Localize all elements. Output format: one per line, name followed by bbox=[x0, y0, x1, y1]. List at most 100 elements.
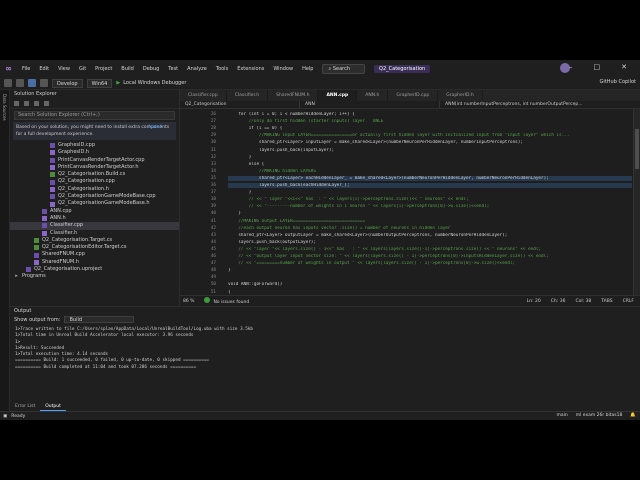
tab-grapherid-h[interactable]: GrapherID.h bbox=[438, 90, 483, 101]
solution-tree-item[interactable]: Classifier.cpp bbox=[10, 222, 179, 230]
menu-item-build[interactable]: Build bbox=[121, 66, 134, 72]
code-line[interactable]: layers.push_back(outputLayer); bbox=[228, 240, 632, 245]
solution-tree-item[interactable]: Q2_Categorisation.Target.cs bbox=[10, 237, 179, 244]
close-icon[interactable]: ✕ bbox=[621, 63, 627, 71]
collapse-icon[interactable] bbox=[44, 101, 49, 106]
menu-item-view[interactable]: View bbox=[58, 66, 70, 72]
scroll-thumb[interactable] bbox=[635, 129, 639, 169]
menu-item-git[interactable]: Git bbox=[79, 66, 86, 72]
menu-item-debug[interactable]: Debug bbox=[143, 66, 159, 72]
code-line[interactable]: else { bbox=[228, 162, 632, 167]
solution-tree-item[interactable]: Q2_CategorisationGameModeBase.cpp bbox=[10, 193, 179, 200]
minimize-icon[interactable]: – bbox=[569, 63, 573, 71]
code-line[interactable]: layers.push_back(eachHiddenLayer_); bbox=[228, 183, 632, 188]
output-tab-error-list[interactable]: Error List bbox=[10, 403, 40, 411]
code-line[interactable]: } bbox=[228, 211, 632, 216]
solution-tree-item[interactable]: Classifier.h bbox=[10, 230, 179, 237]
class-scope-dropdown[interactable]: ANN bbox=[300, 101, 440, 108]
code-line[interactable]: shared_ptr<Layer> eachHiddenLayer_ = mak… bbox=[228, 175, 632, 181]
solution-tree-item[interactable]: Q2_Categorisation.h bbox=[10, 186, 179, 193]
sync-icon[interactable] bbox=[24, 101, 29, 106]
install-link[interactable]: Install bbox=[148, 124, 162, 131]
repo-indicator[interactable]: ml exam 26r bitas18 bbox=[576, 413, 623, 418]
solution-tree-item[interactable]: GraphesID.cpp bbox=[10, 142, 179, 149]
issues-indicator[interactable]: No issues found bbox=[204, 297, 249, 305]
code-line[interactable]: // << "---------number of weights in 1 n… bbox=[228, 204, 632, 209]
refresh-icon[interactable] bbox=[34, 101, 39, 106]
tab-ann-h[interactable]: ANN.h bbox=[357, 90, 389, 101]
menu-item-window[interactable]: Window bbox=[273, 66, 293, 72]
menu-item-tools[interactable]: Tools bbox=[216, 66, 228, 72]
solution-tree-item[interactable]: ANN.h bbox=[10, 215, 179, 222]
copilot-button[interactable]: GitHub Copilot bbox=[600, 79, 636, 85]
solution-tree-item[interactable]: Q2_CategorisationGameModeBase.h bbox=[10, 200, 179, 207]
solution-tree-item[interactable]: SharedFNUM.cpp bbox=[10, 251, 179, 258]
code-line[interactable]: //each output neuron has inputs vector .… bbox=[228, 226, 632, 231]
solution-tree-item[interactable]: Q2_CategorisationEditor.Target.cs bbox=[10, 244, 179, 251]
config-dropdown[interactable]: Develop bbox=[52, 78, 83, 88]
solution-tree-item[interactable]: ANN.cpp bbox=[10, 208, 179, 215]
solution-tree-item[interactable]: Q2_Categorisation.Build.cs bbox=[10, 171, 179, 178]
code-line[interactable]: } bbox=[228, 268, 632, 273]
play-icon[interactable]: ▶ bbox=[116, 80, 120, 86]
solution-tree-item[interactable]: Q2_Categorisation.uproject bbox=[10, 266, 179, 273]
tab-classifier-cpp[interactable]: Classifier.cpp bbox=[180, 90, 227, 101]
tab-classifier-h[interactable]: Classifier.h bbox=[227, 90, 269, 101]
branch-indicator[interactable]: main bbox=[556, 413, 567, 418]
code-line[interactable]: } bbox=[228, 190, 632, 195]
code-line[interactable]: } bbox=[228, 155, 632, 160]
solution-tree-item[interactable]: Q2_Categorisation.cpp bbox=[10, 178, 179, 185]
menu-item-extensions[interactable]: Extensions bbox=[237, 66, 264, 72]
solution-tree-item[interactable]: GraphesID.h bbox=[10, 149, 179, 156]
code-line[interactable]: for (int i = 0; i < numberHiddenLayer; i… bbox=[228, 112, 632, 117]
home-icon[interactable] bbox=[14, 101, 19, 106]
solution-tree-item[interactable]: PrintCanvasRenderTargetActor.h bbox=[10, 164, 179, 171]
menu-item-file[interactable]: File bbox=[22, 66, 30, 72]
tab-sharedfnum-h[interactable]: SharedFNUM.h bbox=[268, 90, 319, 101]
menu-item-analyze[interactable]: Analyze bbox=[187, 66, 207, 72]
code-line[interactable]: //MAKING input LAYER================or a… bbox=[228, 133, 632, 138]
debugger-button[interactable]: Local Windows Debugger bbox=[123, 80, 186, 86]
maximize-icon[interactable]: □ bbox=[594, 63, 601, 71]
search-box[interactable]: ⌕ Search bbox=[322, 63, 366, 74]
code-line[interactable]: shared_ptr<Layer> inputLayer = make_shar… bbox=[228, 140, 632, 145]
code-line[interactable]: // << " layer "<<i<<" has : " << layers[… bbox=[228, 197, 632, 202]
code-line[interactable]: //MAKING hidden LAYERS bbox=[228, 169, 632, 174]
code-line[interactable]: //only do first hidden (starter inputs) … bbox=[228, 119, 632, 124]
solution-tree-item[interactable]: ▸ Programs bbox=[10, 273, 179, 280]
tab-grapherid-cpp[interactable]: GrapherID.cpp bbox=[388, 90, 439, 101]
vertical-scrollbar[interactable] bbox=[633, 109, 640, 295]
zoom-level[interactable]: 86 % bbox=[183, 299, 194, 304]
code-line[interactable]: layers.push_back(inputLayer); bbox=[228, 148, 632, 153]
code-line[interactable]: // << "layer "<< layers.size() - 1<<" ha… bbox=[228, 247, 632, 252]
menu-item-test[interactable]: Test bbox=[168, 66, 178, 72]
solution-search-input[interactable]: Search Solution Explorer (Ctrl+;) bbox=[14, 111, 175, 120]
solution-tree-item[interactable]: PrintCanvasRenderTargetActor.cpp bbox=[10, 157, 179, 164]
forward-icon[interactable] bbox=[16, 79, 24, 87]
undo-icon[interactable] bbox=[40, 79, 48, 87]
code-line[interactable]: if (i == 0) { bbox=[228, 126, 632, 131]
menu-item-help[interactable]: Help bbox=[302, 66, 313, 72]
notifications-icon[interactable]: 🔔 bbox=[630, 413, 636, 418]
back-icon[interactable] bbox=[4, 79, 12, 87]
tab-ann-cpp[interactable]: ANN.cpp bbox=[318, 90, 358, 101]
project-scope-dropdown[interactable]: Q2_Categorisation bbox=[180, 101, 300, 108]
code-line[interactable]: // << "=========number of weights in out… bbox=[228, 261, 632, 266]
menu-item-edit[interactable]: Edit bbox=[39, 66, 49, 72]
code-line[interactable]: void ANN::goForward() bbox=[228, 282, 632, 287]
code-line[interactable]: shared_ptr<Layer> outputLayer = make_sha… bbox=[228, 233, 632, 238]
code-line[interactable]: // << "output layer input vector size: "… bbox=[228, 254, 632, 259]
indent-mode[interactable]: TABS bbox=[601, 299, 612, 304]
output-source-select[interactable]: Build bbox=[64, 316, 135, 323]
save-icon[interactable] bbox=[28, 79, 36, 87]
code-line[interactable]: //MAKING output LAYER===================… bbox=[228, 219, 632, 224]
data-sources-tab[interactable]: Data Sources bbox=[2, 94, 7, 121]
code-line[interactable]: { bbox=[228, 290, 632, 295]
member-dropdown[interactable]: ANN(int numberInputPerceptrons, int numb… bbox=[440, 101, 640, 108]
line-ending[interactable]: CRLF bbox=[623, 299, 634, 304]
output-tab-output[interactable]: Output bbox=[40, 403, 66, 411]
platform-dropdown[interactable]: Win64 bbox=[86, 78, 113, 88]
menu-item-project[interactable]: Project bbox=[95, 66, 112, 72]
code-area[interactable]: 26 for (int i = 0; i < numberHiddenLayer… bbox=[180, 109, 640, 295]
solution-tree-item[interactable]: SharedFNUM.h bbox=[10, 259, 179, 266]
